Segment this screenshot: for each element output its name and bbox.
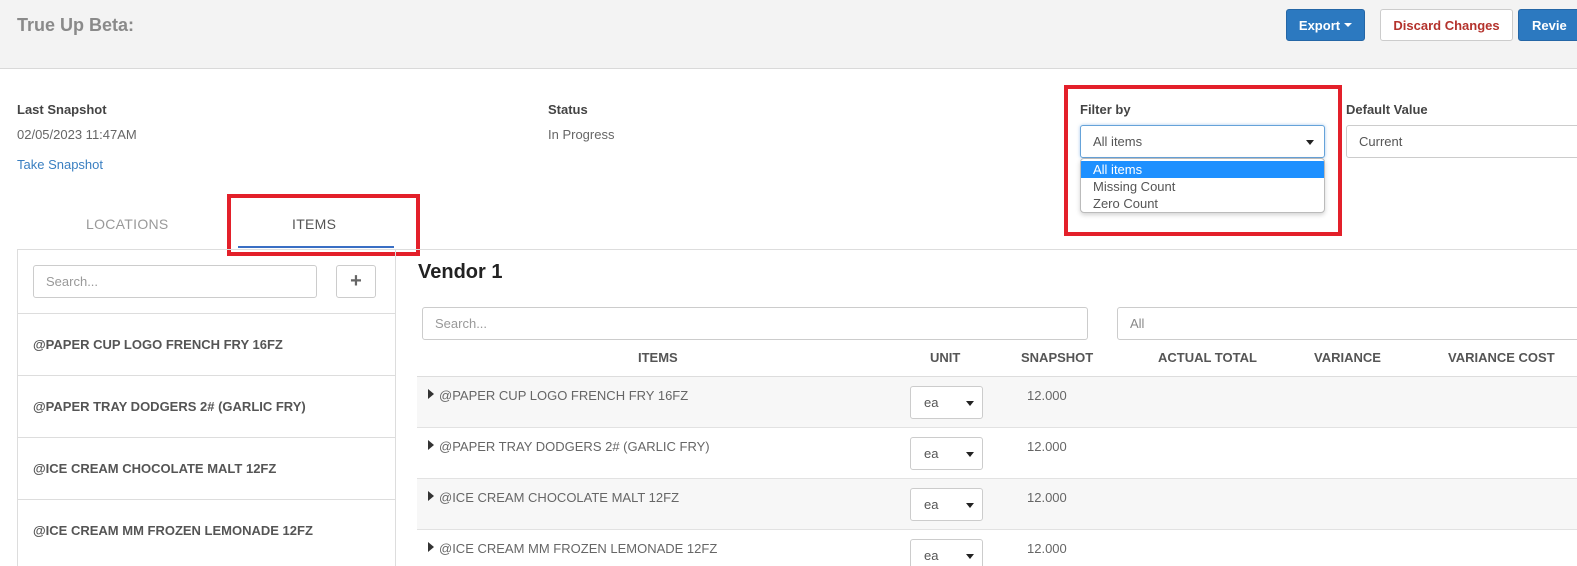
table-row: @PAPER CUP LOGO FRENCH FRY 16FZ ea 12.00… (417, 377, 1577, 428)
tab-items-underline (238, 246, 394, 248)
column-header-variance: VARIANCE (1314, 350, 1381, 365)
page-title: True Up Beta: (17, 15, 135, 35)
caret-down-icon (966, 401, 974, 406)
caret-down-icon (966, 503, 974, 508)
items-search-input[interactable]: Search... (422, 307, 1088, 340)
top-bar: True Up Beta: Export Discard Changes Rev… (0, 0, 1577, 69)
row-snapshot-value: 12.000 (1027, 439, 1067, 454)
plus-icon: + (350, 270, 362, 292)
unit-value: ea (924, 446, 939, 461)
status-label: Status (548, 102, 588, 117)
export-button[interactable]: Export (1286, 9, 1365, 41)
add-item-button[interactable]: + (336, 265, 376, 298)
caret-down-icon (966, 554, 974, 559)
table-row: @ICE CREAM MM FROZEN LEMONADE 12FZ ea 12… (417, 530, 1577, 566)
last-snapshot-label: Last Snapshot (17, 102, 107, 117)
row-item-name: @PAPER TRAY DODGERS 2# (GARLIC FRY) (439, 439, 710, 454)
list-item[interactable]: @PAPER TRAY DODGERS 2# (GARLIC FRY) (17, 375, 396, 437)
column-header-actual-total: ACTUAL TOTAL (1158, 350, 1257, 365)
row-snapshot-value: 12.000 (1027, 388, 1067, 403)
row-snapshot-value: 12.000 (1027, 490, 1067, 505)
list-item[interactable]: @ICE CREAM CHOCOLATE MALT 12FZ (17, 437, 396, 499)
row-item-name: @ICE CREAM MM FROZEN LEMONADE 12FZ (439, 541, 718, 556)
vendor-title: Vendor 1 (418, 261, 503, 283)
filter-highlight-box (1064, 85, 1342, 236)
expand-triangle-icon[interactable] (428, 491, 434, 501)
column-header-items: ITEMS (638, 350, 678, 365)
unit-value: ea (924, 548, 939, 563)
discard-changes-button[interactable]: Discard Changes (1380, 9, 1513, 41)
items-search-placeholder: Search... (435, 316, 488, 331)
column-header-variance-cost: VARIANCE COST (1448, 350, 1555, 365)
row-item-name: @ICE CREAM CHOCOLATE MALT 12FZ (439, 490, 680, 505)
expand-triangle-icon[interactable] (428, 440, 434, 450)
unit-select[interactable]: ea (910, 488, 983, 521)
status-value: In Progress (548, 127, 615, 142)
sidebar-search-placeholder: Search... (46, 274, 99, 289)
take-snapshot-link[interactable]: Take Snapshot (17, 157, 103, 172)
unit-select[interactable]: ea (910, 539, 983, 566)
caret-down-icon (1344, 23, 1353, 27)
sidebar-search-input[interactable]: Search... (33, 265, 317, 298)
default-value-value: Current (1359, 134, 1403, 149)
unit-value: ea (924, 497, 939, 512)
expand-triangle-icon[interactable] (428, 389, 434, 399)
unit-select[interactable]: ea (910, 386, 983, 419)
caret-down-icon (966, 452, 974, 457)
last-snapshot-value: 02/05/2023 11:47AM (17, 127, 137, 142)
row-snapshot-value: 12.000 (1027, 541, 1067, 556)
table-row: @PAPER TRAY DODGERS 2# (GARLIC FRY) ea 1… (417, 428, 1577, 479)
category-filter-select[interactable]: All (1117, 307, 1577, 340)
unit-value: ea (924, 395, 939, 410)
category-filter-value: All (1130, 316, 1145, 331)
column-header-unit: UNIT (930, 350, 961, 365)
column-header-snapshot: SNAPSHOT (1021, 350, 1094, 365)
tab-items[interactable]: ITEMS (292, 216, 336, 232)
tab-locations[interactable]: LOCATIONS (86, 216, 169, 232)
unit-select[interactable]: ea (910, 437, 983, 470)
review-button[interactable]: Revie (1518, 9, 1577, 41)
table-row: @ICE CREAM CHOCOLATE MALT 12FZ ea 12.000 (417, 479, 1577, 530)
default-value-select[interactable]: Current (1346, 125, 1577, 158)
list-item[interactable]: @PAPER CUP LOGO FRENCH FRY 16FZ (17, 313, 396, 375)
export-label: Export (1298, 17, 1341, 33)
expand-triangle-icon[interactable] (428, 542, 434, 552)
default-value-label: Default Value (1346, 102, 1428, 117)
list-item[interactable]: @ICE CREAM MM FROZEN LEMONADE 12FZ (17, 499, 396, 561)
row-item-name: @PAPER CUP LOGO FRENCH FRY 16FZ (439, 388, 689, 403)
